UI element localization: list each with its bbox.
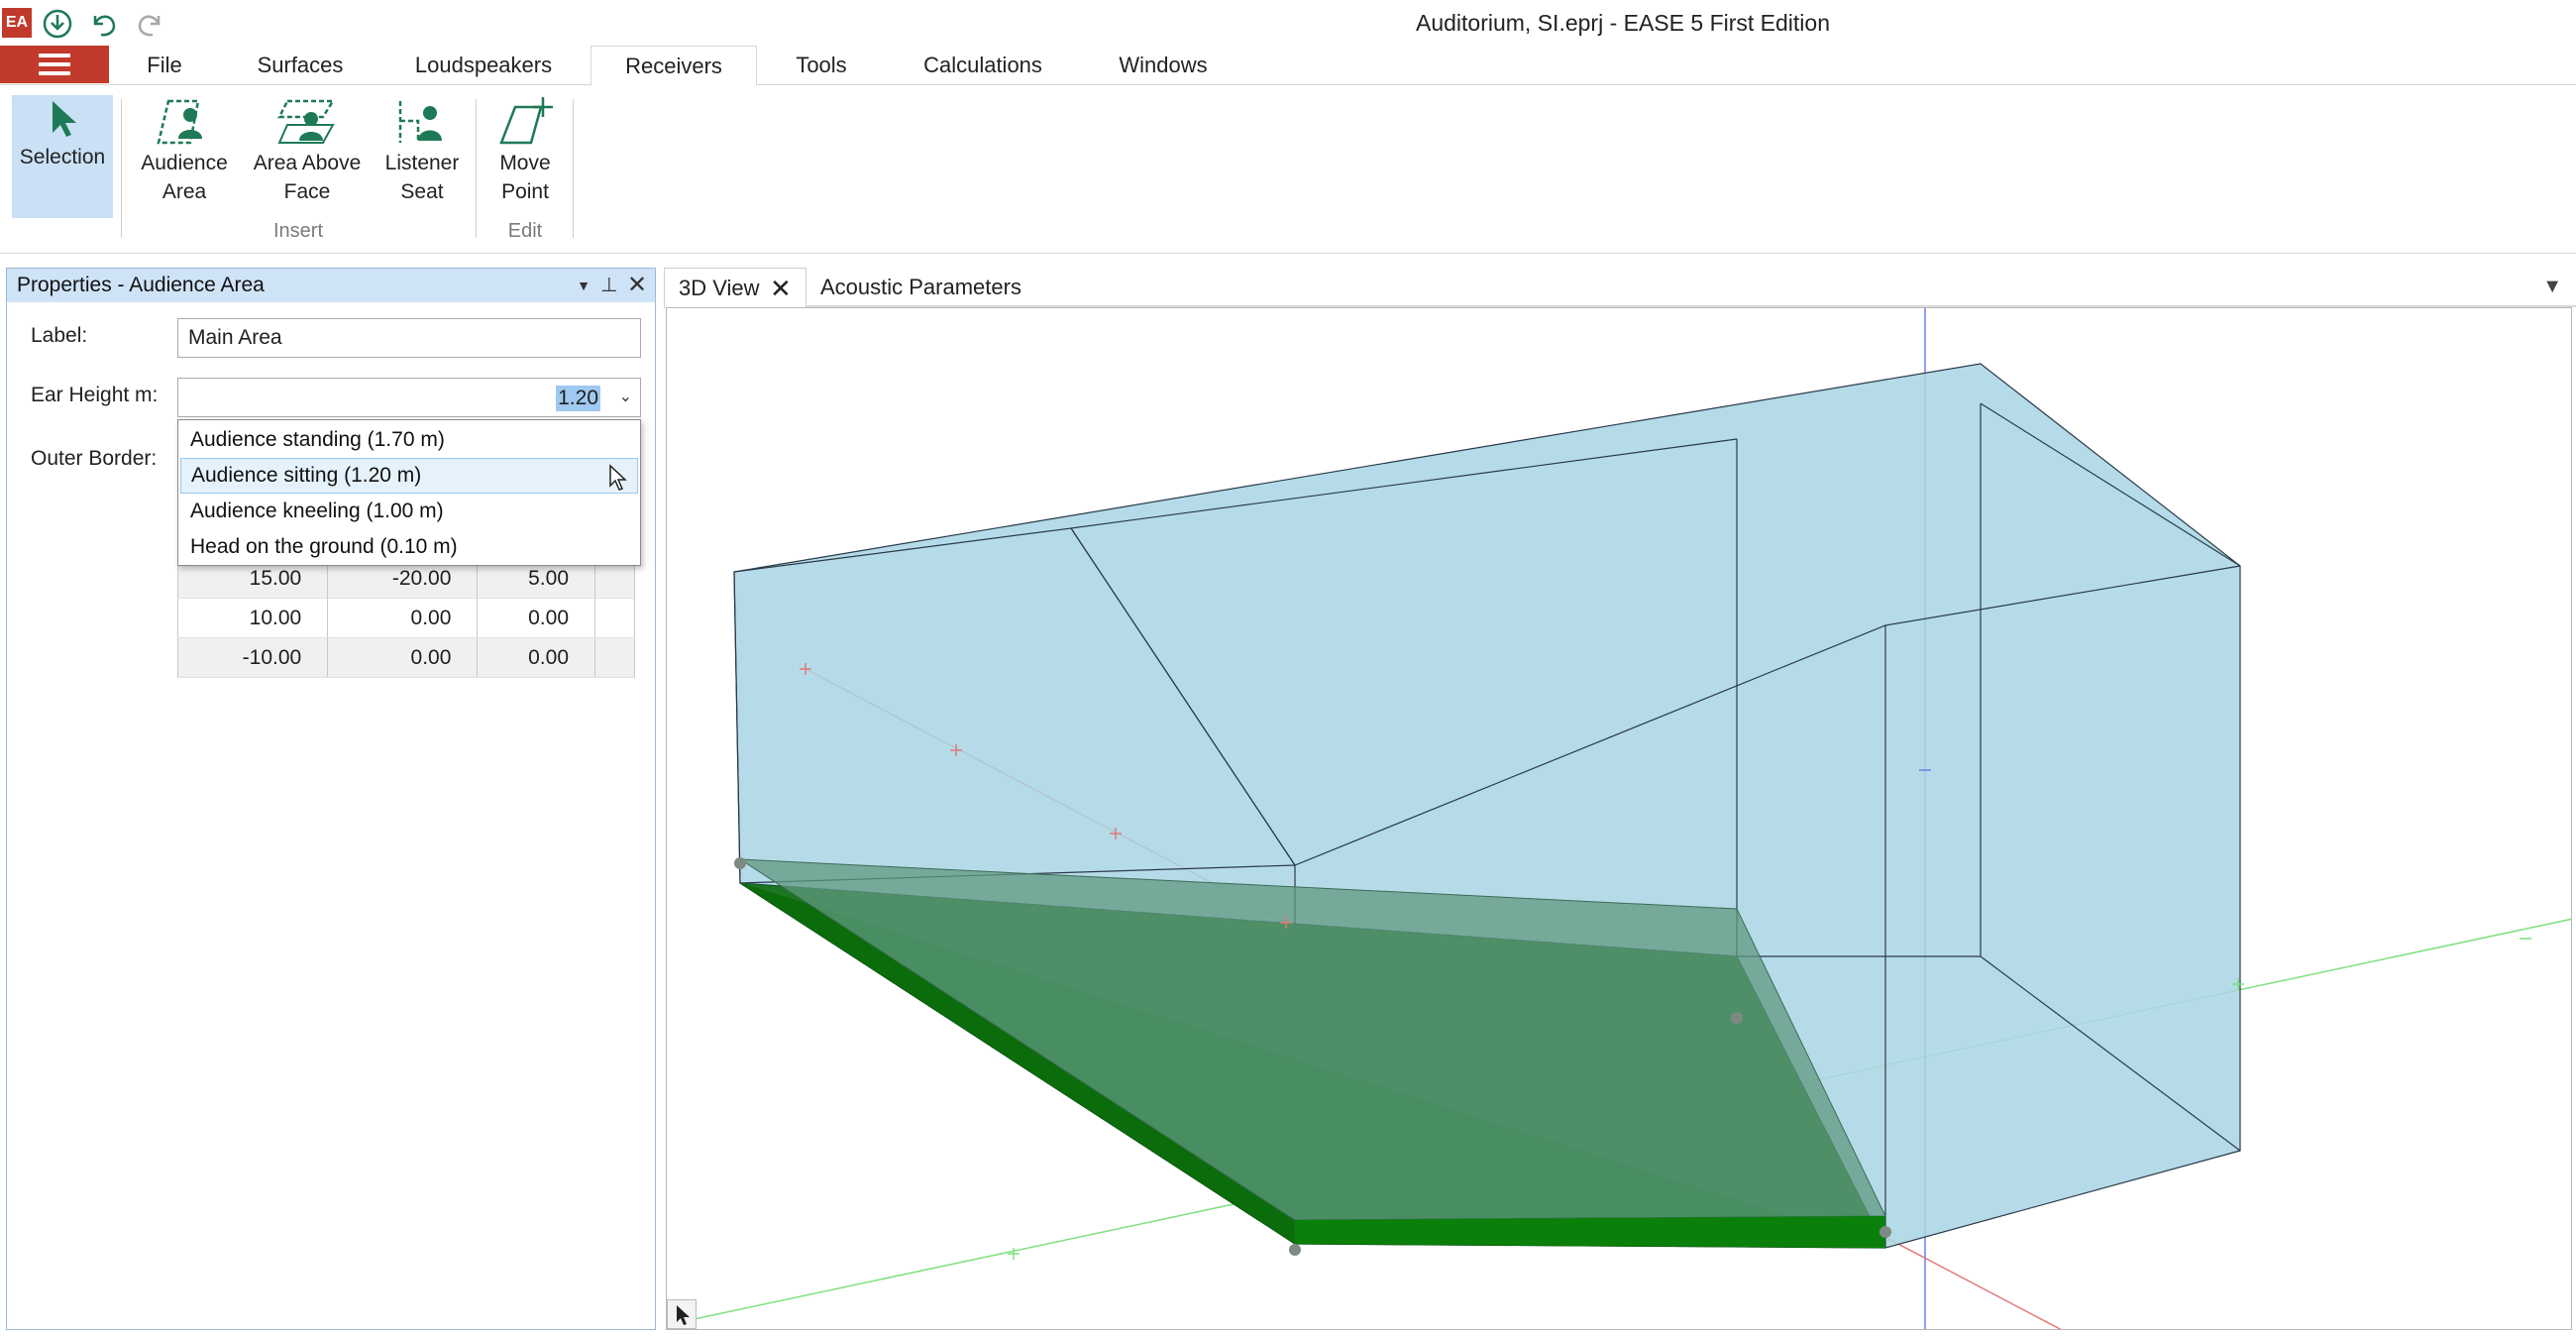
audience-area-plane[interactable]: [738, 858, 1886, 1221]
title-bar: EA Auditorium, SI.eprj - EASE 5 First Ed…: [0, 0, 2576, 46]
pointer-arrow-icon: [677, 1305, 690, 1325]
3d-scene[interactable]: [667, 308, 2572, 1330]
tab-3d-view-label: 3D View: [679, 276, 760, 300]
table-cell[interactable]: 0.00: [327, 598, 479, 638]
option-audience-sitting[interactable]: Audience sitting (1.20 m): [180, 458, 638, 494]
listener-seat-label-line2: Seat: [400, 180, 444, 203]
window-title: Auditorium, SI.eprj - EASE 5 First Editi…: [1416, 10, 1830, 36]
table-cell[interactable]: 0.00: [477, 637, 595, 678]
label-caption: Label:: [31, 324, 88, 347]
tab-list-dropdown-icon[interactable]: ▼: [2542, 276, 2562, 298]
properties-title: Properties - Audience Area: [17, 274, 265, 296]
area-above-face-button[interactable]: Area Above Face: [244, 95, 371, 206]
table-spacer: [594, 637, 635, 678]
tab-acoustic-parameters[interactable]: Acoustic Parameters: [806, 268, 1024, 307]
chevron-down-icon[interactable]: ⌄: [619, 379, 632, 416]
properties-panel: Properties - Audience Area ▼ ⊥ ✕ Label: …: [6, 268, 656, 1330]
option-audience-standing[interactable]: Audience standing (1.70 m): [180, 422, 638, 458]
audience-area-icon: [157, 99, 202, 145]
table-row[interactable]: 10.00 0.00 0.00: [177, 598, 635, 638]
listener-seat-icon: [398, 101, 442, 143]
move-point-icon: [499, 97, 553, 145]
tab-file[interactable]: File: [135, 46, 194, 85]
insert-group-label: Insert: [272, 220, 324, 242]
hamburger-icon: [39, 54, 70, 75]
close-tab-icon[interactable]: ✕: [770, 269, 792, 308]
tab-3d-view[interactable]: 3D View ✕: [664, 268, 806, 309]
pin-icon[interactable]: ⊥: [595, 271, 623, 300]
table-spacer: [594, 598, 635, 638]
ribbon: Selection Audience Area Area Above Face …: [0, 85, 2576, 254]
audience-area-edge: [1295, 1216, 1885, 1248]
move-point-label-line2: Point: [501, 180, 549, 203]
tab-loudspeakers[interactable]: Loudspeakers: [408, 46, 559, 85]
tab-windows[interactable]: Windows: [1104, 46, 1223, 85]
menu-bar: File Surfaces Loudspeakers Receivers Too…: [0, 46, 2576, 86]
move-point-button[interactable]: Move Point: [487, 95, 563, 206]
panel-options-icon[interactable]: ▼: [570, 271, 597, 300]
ear-height-value: 1.20: [556, 386, 600, 411]
outer-border-table: 15.00 -20.00 5.00 10.00 0.00 0.00 -10.00…: [177, 558, 635, 678]
outer-border-caption: Outer Border:: [31, 447, 158, 470]
table-cell[interactable]: 0.00: [327, 637, 479, 678]
ear-height-caption: Ear Height m:: [31, 384, 159, 406]
edit-group-label: Edit: [507, 220, 543, 242]
table-cell[interactable]: 0.00: [477, 598, 595, 638]
close-panel-icon[interactable]: ✕: [623, 271, 651, 300]
audience-area-label-line2: Area: [161, 180, 207, 203]
table-cell[interactable]: 10.00: [177, 598, 329, 638]
hamburger-menu-button[interactable]: [0, 46, 109, 83]
table-cell[interactable]: -10.00: [177, 637, 329, 678]
view-tab-bar: 3D View ✕ Acoustic Parameters ▼: [664, 268, 2576, 309]
3d-viewport[interactable]: [666, 307, 2572, 1330]
selection-label: Selection: [19, 146, 106, 168]
table-row[interactable]: -10.00 0.00 0.00: [177, 637, 635, 678]
mouse-cursor-icon: [609, 464, 627, 491]
properties-header: Properties - Audience Area ▼ ⊥ ✕: [7, 269, 655, 302]
selection-button[interactable]: Selection: [12, 95, 113, 218]
option-audience-kneeling[interactable]: Audience kneeling (1.00 m): [180, 494, 638, 529]
tab-tools[interactable]: Tools: [783, 46, 860, 85]
tab-calculations[interactable]: Calculations: [912, 46, 1054, 85]
tab-receivers[interactable]: Receivers: [590, 46, 757, 86]
area-above-face-icon: [276, 99, 336, 144]
listener-seat-button[interactable]: Listener Seat: [380, 95, 464, 206]
ear-height-dropdown: Audience standing (1.70 m) Audience sitt…: [177, 419, 641, 566]
listener-seat-label-line1: Listener: [384, 152, 460, 174]
label-field[interactable]: Main Area: [177, 318, 641, 358]
audience-area-label-line1: Audience: [141, 152, 228, 174]
audience-area-button[interactable]: Audience Area: [133, 95, 236, 206]
move-point-label-line1: Move: [499, 152, 551, 174]
pointer-arrow-icon: [53, 101, 76, 137]
option-head-on-ground[interactable]: Head on the ground (0.10 m): [180, 529, 638, 565]
area-above-face-label-line1: Area Above: [253, 152, 362, 174]
tab-surfaces[interactable]: Surfaces: [244, 46, 357, 85]
viewport-cursor-mode-button[interactable]: [667, 1299, 697, 1329]
ear-height-combobox[interactable]: 1.20 ⌄: [177, 378, 641, 417]
area-above-face-label-line2: Face: [283, 180, 331, 203]
